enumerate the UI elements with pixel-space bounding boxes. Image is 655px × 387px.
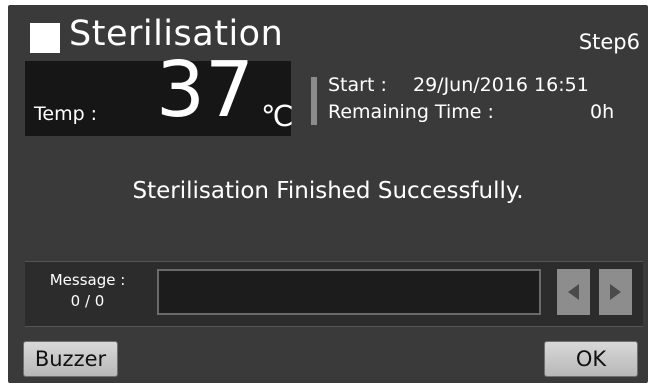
ok-button[interactable]: OK xyxy=(544,341,638,377)
sterilisation-screen: Sterilisation Step6 Temp : 37 ℃ Start : … xyxy=(8,5,648,383)
previous-message-button[interactable] xyxy=(557,269,590,315)
message-panel: Message : 0 / 0 xyxy=(25,261,643,327)
temperature-label: Temp : xyxy=(34,103,98,125)
triangle-right-icon xyxy=(610,284,621,300)
start-value: 29/Jun/2016 16:51 xyxy=(413,74,589,96)
remaining-row: Remaining Time : 0h xyxy=(328,101,614,123)
next-message-button[interactable] xyxy=(599,269,632,315)
remaining-value: 0h xyxy=(590,101,615,123)
message-count: 0 / 0 xyxy=(70,292,105,310)
status-message: Sterilisation Finished Successfully. xyxy=(132,178,524,204)
buzzer-button[interactable]: Buzzer xyxy=(23,341,118,377)
message-label: Message : xyxy=(49,271,126,289)
start-row: Start : 29/Jun/2016 16:51 xyxy=(328,74,589,96)
message-display xyxy=(157,269,541,315)
triangle-left-icon xyxy=(568,284,579,300)
step-indicator: Step6 xyxy=(578,30,640,54)
temperature-value: 37 xyxy=(156,46,254,135)
info-divider xyxy=(311,77,317,125)
title-square-icon xyxy=(30,23,60,53)
temperature-unit: ℃ xyxy=(261,99,294,133)
start-label: Start : xyxy=(328,74,387,96)
temperature-panel: Temp : 37 ℃ xyxy=(25,52,294,136)
remaining-label: Remaining Time : xyxy=(328,101,494,123)
